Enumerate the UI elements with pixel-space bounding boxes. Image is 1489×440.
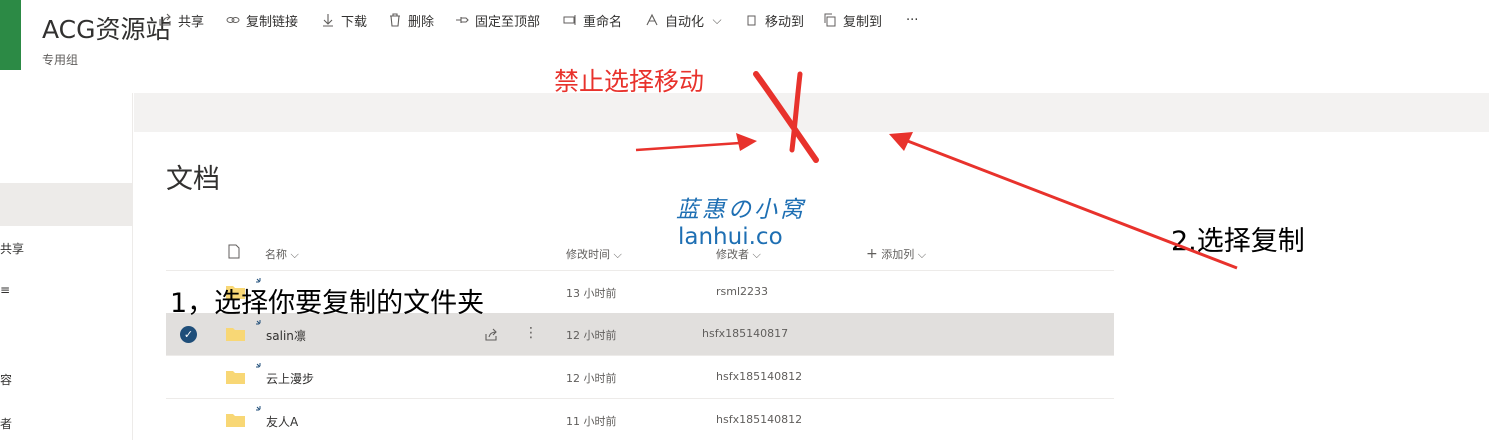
copy-to-label: 复制到 xyxy=(843,14,883,30)
flow-icon xyxy=(646,13,658,26)
automate-label: 自动化 xyxy=(665,14,705,30)
share-icon xyxy=(159,13,171,26)
command-bar xyxy=(134,93,1489,132)
checkmark-icon[interactable]: ✓ xyxy=(180,326,197,343)
share-button[interactable]: 共享 xyxy=(158,12,205,30)
column-header-name-label: 名称 xyxy=(265,248,287,261)
page-title: 文档 xyxy=(166,164,220,195)
watermark-cn: 蓝惠の小窝 xyxy=(676,197,806,223)
page: ACG资源站 专用组 共享 ≡ 容 者 共享 复制链接 下载 删除 固定至顶部 xyxy=(0,0,1489,440)
delete-button[interactable]: 删除 xyxy=(388,12,435,30)
file-icon xyxy=(228,244,240,259)
file-name[interactable]: 友人A xyxy=(266,413,298,430)
left-nav: 共享 ≡ 容 者 xyxy=(0,93,133,440)
copy-link-button[interactable]: 复制链接 xyxy=(226,12,299,30)
red-arrowhead xyxy=(889,132,913,151)
add-column-label: 添加列 xyxy=(881,248,915,261)
left-nav-item[interactable]: 者 xyxy=(0,415,12,432)
move-to-button[interactable]: 移动到 xyxy=(745,12,805,30)
rename-label: 重命名 xyxy=(583,14,623,30)
download-label: 下载 xyxy=(341,14,368,30)
folder-icon xyxy=(226,414,245,427)
file-type-header-icon[interactable] xyxy=(228,244,240,262)
column-header-modified[interactable]: 修改时间 ⌵ xyxy=(566,246,622,262)
site-subtitle: 专用组 xyxy=(42,53,79,67)
left-nav-item-shared[interactable]: 共享 xyxy=(0,240,24,257)
move-icon xyxy=(747,15,756,26)
more-button[interactable]: ··· xyxy=(906,12,918,28)
pin-to-top-label: 固定至顶部 xyxy=(475,14,541,30)
table-row[interactable]: 友人A 11 小时前 hsfx185140812 xyxy=(166,399,1114,440)
annotation-step2: 2.选择复制 xyxy=(1171,226,1305,257)
left-nav-item-label: 共享 xyxy=(0,242,25,256)
trash-icon xyxy=(390,13,400,27)
file-name[interactable]: 云上漫步 xyxy=(266,370,314,387)
modified-by-cell: hsfx185140812 xyxy=(716,370,803,383)
file-name[interactable]: salin凛 xyxy=(266,327,306,344)
chevron-down-icon: ⌵ xyxy=(712,13,722,27)
new-item-icon xyxy=(256,406,261,411)
more-options-icon[interactable]: ⋮ xyxy=(524,325,538,341)
add-column-button[interactable]: + 添加列 ⌵ xyxy=(866,246,926,262)
left-nav-item-label: 容 xyxy=(0,373,13,387)
annotation-forbid-move: 禁止选择移动 xyxy=(554,67,705,96)
copy-link-label: 复制链接 xyxy=(246,14,299,30)
modified-cell: 13 小时前 xyxy=(566,287,617,300)
download-icon xyxy=(323,14,333,27)
red-arrow xyxy=(635,141,741,152)
modified-cell: 12 小时前 xyxy=(566,329,617,342)
move-to-label: 移动到 xyxy=(765,14,805,30)
share-icon[interactable] xyxy=(484,328,498,342)
modified-by-cell: hsfx185140817 xyxy=(702,327,789,340)
share-label: 共享 xyxy=(178,14,205,30)
folder-icon xyxy=(226,328,245,341)
watermark-en: lanhui.co xyxy=(678,224,783,250)
annotation-step1: 1，选择你要复制的文件夹 xyxy=(170,288,485,319)
pin-to-top-button[interactable]: 固定至顶部 xyxy=(455,12,541,30)
copy-icon xyxy=(824,13,836,27)
new-item-icon xyxy=(256,363,261,368)
plus-icon: + xyxy=(866,246,878,262)
rename-icon xyxy=(563,15,576,25)
modified-cell: 12 小时前 xyxy=(566,372,617,385)
column-header-modified-label: 修改时间 xyxy=(566,248,610,261)
left-nav-item-content[interactable]: 容 xyxy=(0,371,12,388)
red-arrowhead xyxy=(736,133,757,151)
site-title[interactable]: ACG资源站 xyxy=(42,10,171,46)
automate-button[interactable]: 自动化 ⌵ xyxy=(645,12,724,30)
column-header-name[interactable]: 名称 ⌵ xyxy=(265,246,299,262)
table-row[interactable]: 云上漫步 12 小时前 hsfx185140812 xyxy=(166,356,1114,399)
download-button[interactable]: 下载 xyxy=(321,12,368,30)
site-logo[interactable] xyxy=(0,0,21,70)
pin-icon xyxy=(456,17,469,23)
folder-icon xyxy=(226,371,245,384)
left-nav-item-label: ≡ xyxy=(0,283,11,297)
left-nav-item[interactable]: ≡ xyxy=(0,283,10,297)
link-icon xyxy=(226,17,240,23)
new-item-icon xyxy=(256,320,261,325)
copy-to-button[interactable]: 复制到 xyxy=(823,12,883,30)
chevron-down-icon: ⌵ xyxy=(290,248,299,261)
left-nav-item-label: 者 xyxy=(0,417,13,431)
chevron-down-icon: ⌵ xyxy=(917,248,927,261)
delete-label: 删除 xyxy=(408,14,435,30)
modified-by-cell: hsfx185140812 xyxy=(716,413,803,426)
more-icon: ··· xyxy=(906,12,919,28)
left-nav-selected-item[interactable] xyxy=(0,183,133,226)
chevron-down-icon: ⌵ xyxy=(613,248,622,261)
modified-cell: 11 小时前 xyxy=(566,415,617,428)
rename-button[interactable]: 重命名 xyxy=(563,12,623,30)
modified-by-cell: rsml2233 xyxy=(716,285,769,298)
